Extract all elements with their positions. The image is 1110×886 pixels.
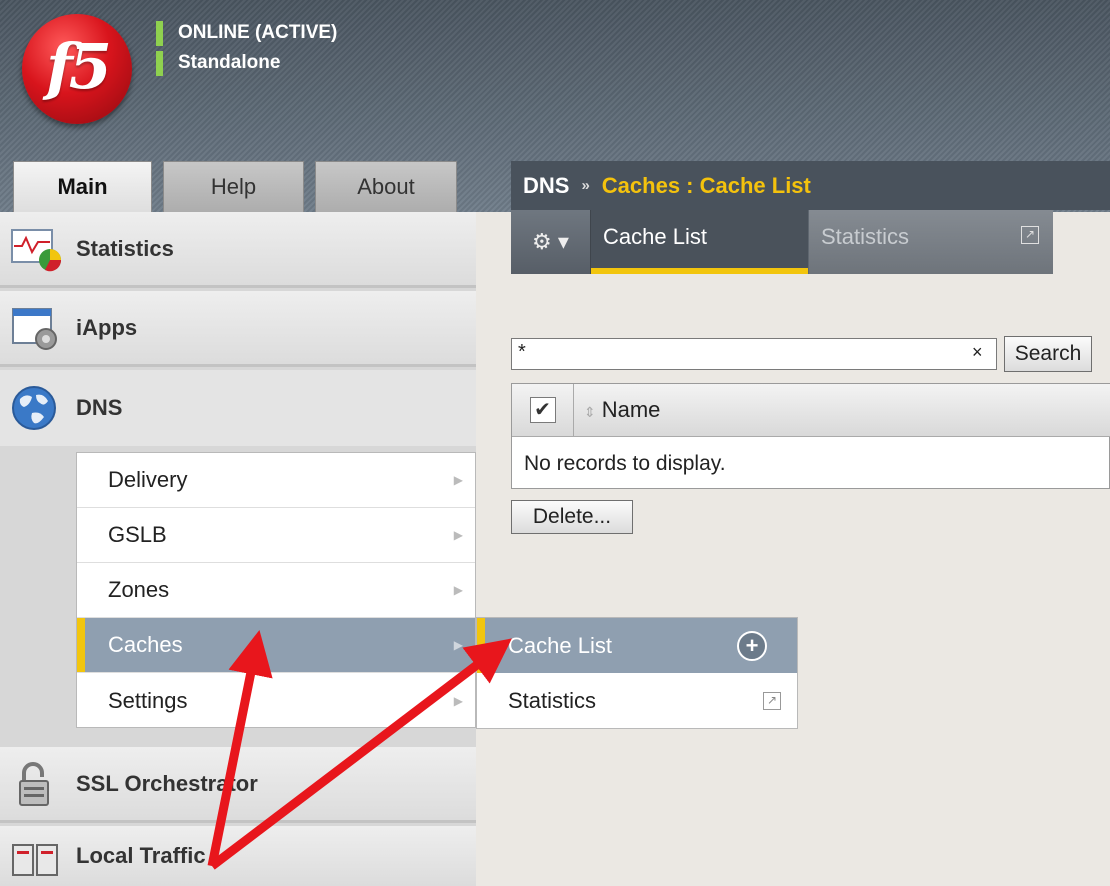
tab-statistics-label: Statistics: [821, 224, 910, 249]
nav-local-traffic-label: Local Traffic: [76, 843, 206, 868]
external-link-icon[interactable]: ↗: [763, 692, 781, 710]
nav-statistics[interactable]: Statistics: [0, 212, 476, 288]
iapps-icon: [10, 303, 64, 353]
tab-main[interactable]: Main: [13, 161, 152, 212]
sort-icon: ⇕: [584, 404, 596, 420]
flyout-item-statistics[interactable]: Statistics ↗: [477, 673, 797, 728]
flyout-item-label: Statistics: [508, 687, 597, 713]
submenu-item-caches[interactable]: Caches ▶: [77, 618, 475, 673]
chevron-right-icon: ▶: [453, 528, 463, 542]
logo-text: f5: [46, 29, 112, 103]
statistics-icon: [10, 224, 64, 274]
breadcrumb-root[interactable]: DNS: [523, 173, 569, 199]
table-header: ✔ ⇕ Name: [512, 384, 1110, 437]
breadcrumb-path: Caches : Cache List: [601, 172, 811, 198]
tab-statistics[interactable]: Statistics ↗: [809, 210, 1053, 274]
chevron-right-icon: ▶: [453, 693, 463, 708]
nav-local-traffic[interactable]: Local Traffic: [0, 826, 476, 886]
external-link-icon: ↗: [1021, 226, 1039, 244]
submenu-item-label: Caches: [108, 632, 183, 657]
flyout-item-label: Cache List: [508, 632, 612, 658]
breadcrumb: DNS » Caches : Cache List: [511, 161, 1110, 210]
local-traffic-icon: [10, 831, 64, 881]
status-indicator-icon: [156, 50, 163, 76]
cache-list-table: ✔ ⇕ Name No records to display.: [511, 383, 1110, 489]
tab-help[interactable]: Help: [163, 161, 304, 212]
nav-iapps-label: iApps: [76, 314, 138, 340]
flyout-item-cache-list[interactable]: Cache List +: [477, 618, 797, 673]
nav-ssl-orchestrator[interactable]: SSL Orchestrator: [0, 747, 476, 823]
content-tabs: ⚙ ▾ Cache List Statistics ↗: [511, 210, 1053, 274]
chevron-right-icon: ▶: [453, 473, 463, 487]
tab-about[interactable]: About: [315, 161, 457, 212]
f5-logo: f5: [22, 14, 132, 124]
gear-icon: ⚙ ▾: [532, 229, 569, 254]
chevron-right-icon: ▶: [453, 638, 463, 652]
submenu-item-settings[interactable]: Settings ▶: [77, 673, 475, 728]
device-status: ONLINE (ACTIVE) Standalone: [156, 18, 337, 78]
chevron-right-icon: ▶: [453, 583, 463, 597]
status-mode-text: Standalone: [178, 52, 281, 73]
nav-iapps[interactable]: iApps: [0, 291, 476, 367]
select-all-checkbox[interactable]: ✔: [529, 397, 556, 423]
gear-menu-button[interactable]: ⚙ ▾: [511, 210, 591, 274]
submenu-item-delivery[interactable]: Delivery ▶: [77, 453, 475, 508]
search-input[interactable]: *: [511, 338, 997, 370]
padlock-icon: [10, 759, 64, 809]
search-button[interactable]: Search: [1004, 336, 1092, 372]
nav-statistics-label: Statistics: [76, 235, 174, 261]
empty-table-message: No records to display.: [524, 452, 726, 475]
nav-ssl-label: SSL Orchestrator: [76, 770, 258, 796]
nav-dns[interactable]: DNS: [0, 370, 476, 446]
clear-search-icon[interactable]: ×: [972, 342, 983, 363]
tab-cache-list[interactable]: Cache List: [591, 210, 808, 274]
select-all-cell: ✔: [512, 384, 574, 436]
submenu-item-label: GSLB: [108, 522, 167, 547]
delete-button[interactable]: Delete...: [511, 500, 633, 534]
nav-dns-label: DNS: [76, 395, 123, 420]
column-name-label: Name: [601, 397, 661, 422]
status-online-text: ONLINE (ACTIVE): [178, 22, 338, 43]
caches-flyout: Cache List + Statistics ↗: [476, 617, 798, 729]
submenu-item-gslb[interactable]: GSLB ▶: [77, 508, 475, 563]
submenu-item-label: Delivery: [108, 467, 188, 492]
dns-submenu: Delivery ▶ GSLB ▶ Zones ▶ Caches ▶ Setti…: [76, 452, 476, 728]
submenu-item-label: Zones: [108, 577, 170, 602]
status-indicator-icon: [156, 20, 163, 46]
status-online: ONLINE (ACTIVE): [156, 18, 337, 48]
column-header-name[interactable]: ⇕ Name: [584, 397, 660, 423]
submenu-item-label: Settings: [108, 687, 188, 713]
add-cache-icon[interactable]: +: [737, 631, 767, 661]
breadcrumb-separator: »: [581, 177, 590, 194]
submenu-item-zones[interactable]: Zones ▶: [77, 563, 475, 618]
status-mode: Standalone: [156, 48, 337, 78]
globe-icon: [10, 383, 64, 433]
